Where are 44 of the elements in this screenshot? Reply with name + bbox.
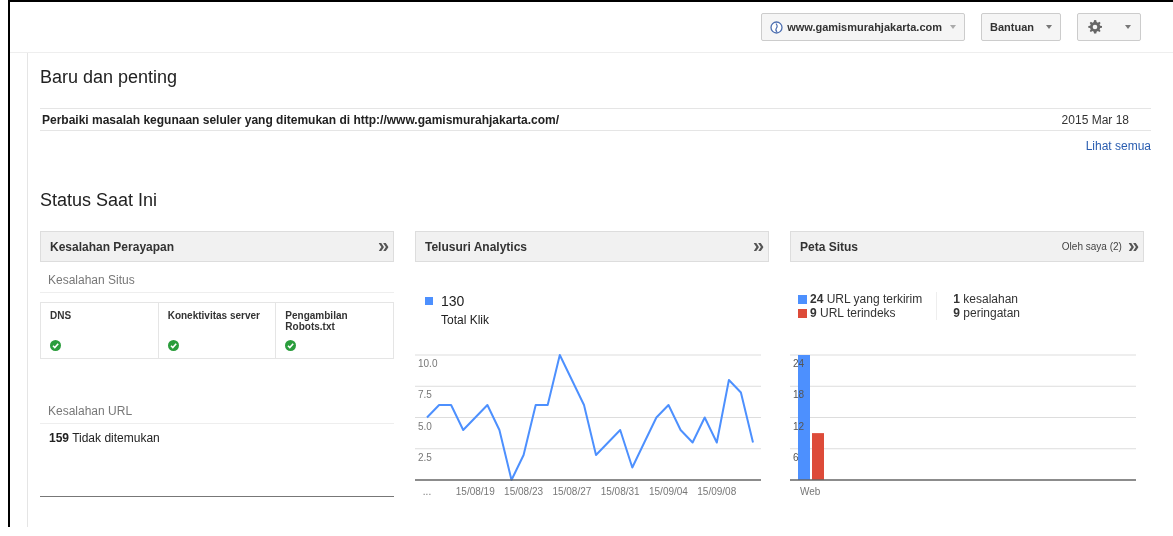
issue-count: 9 peringatan xyxy=(953,306,1020,320)
axis-label: ... xyxy=(422,486,432,497)
panel-title[interactable]: Telusuri Analytics xyxy=(425,239,528,254)
total-value: 130 xyxy=(441,293,466,309)
subsection-label: Kesalahan URL xyxy=(40,393,394,424)
section-title: Baru dan penting xyxy=(40,67,179,88)
subsection-label: Kesalahan Situs xyxy=(40,262,394,293)
see-all-link[interactable]: Lihat semua xyxy=(1085,139,1151,153)
total-label: Total Klik xyxy=(441,313,490,327)
message-date: 2015 Mar 18 xyxy=(1061,113,1129,127)
settings-button[interactable] xyxy=(1077,13,1141,41)
panel-title[interactable]: Peta Situs xyxy=(800,239,859,254)
axis-label: 15/09/04 xyxy=(649,486,688,497)
axis-label: 15/08/31 xyxy=(600,486,640,497)
gear-icon xyxy=(1087,19,1103,35)
issue-count: 1 kesalahan xyxy=(953,292,1018,306)
status-label: Konektivitas server xyxy=(167,310,261,321)
axis-label: 10.0 xyxy=(418,358,438,369)
axis-label: 6 xyxy=(793,451,799,463)
axis-label: Web xyxy=(800,486,821,497)
expand-icon[interactable]: » xyxy=(752,235,764,255)
filter-link[interactable]: Oleh saya (2) xyxy=(1061,241,1122,252)
axis-label: 15/09/08 xyxy=(697,486,737,497)
error-count: 159 Tidak ditemukan xyxy=(48,430,161,447)
axis-label: 15/08/19 xyxy=(455,486,495,497)
site-selector[interactable]: www.gamismurahjakarta.com xyxy=(761,13,965,41)
caret-icon xyxy=(950,25,956,29)
axis-label: 5.0 xyxy=(418,420,432,432)
globe-icon xyxy=(770,20,784,34)
panel-title[interactable]: Kesalahan Perayapan xyxy=(50,239,175,254)
legend-label: 24 URL yang terkirim xyxy=(810,292,923,306)
axis-label: 2.5 xyxy=(418,451,432,463)
status-label: Pengambilan Robots.txt xyxy=(285,310,349,332)
bar xyxy=(812,433,824,480)
section-title: Status Saat Ini xyxy=(40,190,159,211)
status-label: DNS xyxy=(50,310,73,321)
legend-label: 9 URL terindeks xyxy=(810,306,896,320)
expand-icon[interactable]: » xyxy=(377,235,389,255)
axis-label: 7.5 xyxy=(418,389,432,401)
axis-label: 15/08/27 xyxy=(552,486,592,497)
help-button[interactable]: Bantuan xyxy=(981,13,1061,41)
message-link[interactable]: Perbaiki masalah kegunaan seluler yang ditemukan di http://www.gamismurahjakarta.com/ xyxy=(42,113,560,127)
axis-label: 15/08/23 xyxy=(504,486,544,497)
expand-icon[interactable]: » xyxy=(1127,235,1139,255)
